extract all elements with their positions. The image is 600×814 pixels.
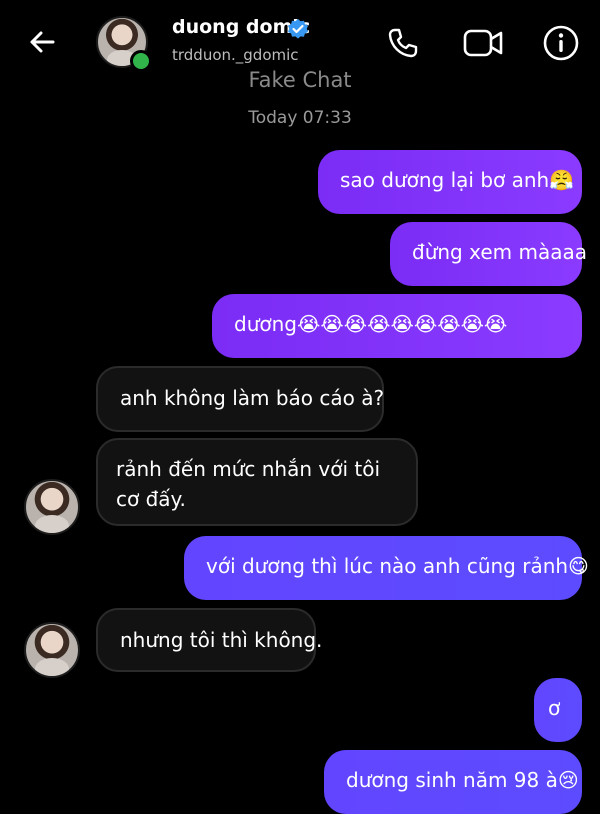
incoming-message-bubble[interactable]: anh không làm báo cáo à?: [96, 366, 384, 432]
audio-call-button[interactable]: [384, 24, 422, 62]
outgoing-message-bubble[interactable]: ơ: [534, 678, 582, 742]
back-arrow-icon: [30, 31, 55, 53]
outgoing-message-bubble[interactable]: đừng xem màaaa: [390, 222, 587, 286]
contact-message-avatar: [24, 622, 80, 678]
incoming-message-bubble[interactable]: rảnh đến mức nhắn với tôi cơ đấy.: [96, 438, 418, 526]
fake-chat-watermark: Fake Chat: [248, 68, 352, 92]
contact-username: trdduon._gdomic: [172, 46, 299, 64]
outgoing-message-bubble[interactable]: dương😭😭😭😭😭😭😭😭😭: [212, 294, 582, 358]
verified-badge-icon: [288, 19, 308, 39]
back-button[interactable]: [24, 24, 60, 60]
video-call-button[interactable]: [460, 24, 508, 62]
conversation-info-button[interactable]: [542, 24, 580, 62]
contact-message-avatar: [24, 479, 80, 535]
phone-icon: [388, 28, 418, 58]
outgoing-message-bubble[interactable]: sao dương lại bơ anh😤: [318, 150, 582, 214]
outgoing-message-bubble[interactable]: dương sinh năm 98 à😢: [324, 750, 582, 814]
info-icon: [543, 25, 579, 61]
incoming-message-bubble[interactable]: nhưng tôi thì không.: [96, 608, 322, 672]
outgoing-message-bubble[interactable]: với dương thì lúc nào anh cũng rảnh😋: [184, 536, 589, 600]
video-camera-icon: [463, 29, 503, 57]
chat-timestamp: Today 07:33: [248, 108, 352, 128]
